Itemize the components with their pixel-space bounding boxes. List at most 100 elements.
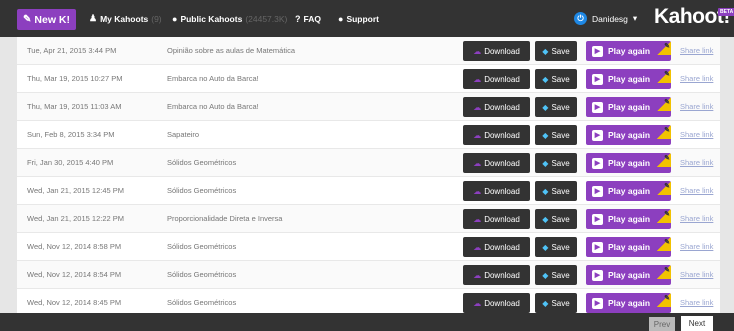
save-button[interactable]: ◆ Save: [535, 97, 577, 117]
download-button[interactable]: ☁ Download: [463, 125, 530, 145]
download-button[interactable]: ☁ Download: [463, 41, 530, 61]
play-again-label: Play again: [608, 158, 651, 168]
pencil-icon: ✎: [664, 127, 670, 134]
play-again-label: Play again: [608, 186, 651, 196]
user-menu[interactable]: ⏻ Danidesg ▾: [574, 0, 637, 37]
row-title[interactable]: Sólidos Geométricos: [167, 186, 236, 195]
cloud-download-icon: ☁: [473, 46, 482, 56]
play-again-button[interactable]: ▶ Play again ✎: [586, 153, 671, 173]
edit-icon: ✎: [23, 14, 32, 25]
save-button[interactable]: ◆ Save: [535, 125, 577, 145]
save-icon: ◆: [542, 298, 549, 308]
play-icon: ▶: [592, 129, 603, 141]
share-link[interactable]: Share link: [680, 298, 713, 307]
play-again-button[interactable]: ▶ Play again ✎: [586, 41, 671, 61]
save-icon: ◆: [542, 46, 549, 56]
cloud-download-icon: ☁: [473, 214, 482, 224]
share-link[interactable]: Share link: [680, 130, 713, 139]
save-button[interactable]: ◆ Save: [535, 209, 577, 229]
share-link[interactable]: Share link: [680, 102, 713, 111]
share-link[interactable]: Share link: [680, 270, 713, 279]
save-label: Save: [551, 158, 570, 168]
play-again-button[interactable]: ▶ Play again ✎: [586, 125, 671, 145]
play-again-button[interactable]: ▶ Play again ✎: [586, 97, 671, 117]
play-again-label: Play again: [608, 214, 651, 224]
play-again-button[interactable]: ▶ Play again ✎: [586, 293, 671, 313]
nav-faq[interactable]: ? FAQ: [295, 0, 321, 37]
download-button[interactable]: ☁ Download: [463, 265, 530, 285]
pencil-icon: ✎: [664, 155, 670, 162]
row-date: Tue, Apr 21, 2015 3:44 PM: [27, 46, 117, 55]
download-button[interactable]: ☁ Download: [463, 153, 530, 173]
play-icon: ▶: [592, 213, 603, 225]
play-again-label: Play again: [608, 102, 651, 112]
save-icon: ◆: [542, 186, 549, 196]
save-button[interactable]: ◆ Save: [535, 153, 577, 173]
prev-page-button[interactable]: Prev: [649, 317, 675, 331]
cloud-download-icon: ☁: [473, 270, 482, 280]
faq-label: FAQ: [303, 13, 321, 24]
download-button[interactable]: ☁ Download: [463, 237, 530, 257]
download-button[interactable]: ☁ Download: [463, 181, 530, 201]
download-label: Download: [484, 46, 520, 56]
globe-icon: ●: [172, 13, 178, 24]
support-label: Support: [346, 13, 380, 24]
new-kahoot-button[interactable]: ✎ New K!: [17, 9, 76, 30]
chat-bubble-icon: ●: [338, 13, 344, 24]
download-button[interactable]: ☁ Download: [463, 69, 530, 89]
row-title[interactable]: Sólidos Geométricos: [167, 242, 236, 251]
share-link[interactable]: Share link: [680, 46, 713, 55]
pencil-icon: ✎: [664, 267, 670, 274]
row-title[interactable]: Sólidos Geométricos: [167, 158, 236, 167]
username: Danidesg: [592, 13, 628, 24]
play-again-button[interactable]: ▶ Play again ✎: [586, 265, 671, 285]
row-title[interactable]: Embarca no Auto da Barca!: [167, 102, 259, 111]
play-again-button[interactable]: ▶ Play again ✎: [586, 209, 671, 229]
nav-my-kahoots[interactable]: ♟ My Kahoots (9): [89, 0, 162, 37]
save-button[interactable]: ◆ Save: [535, 237, 577, 257]
row-title[interactable]: Sólidos Geométricos: [167, 270, 236, 279]
share-link[interactable]: Share link: [680, 158, 713, 167]
save-label: Save: [551, 186, 570, 196]
nav-support[interactable]: ● Support: [338, 0, 379, 37]
share-link[interactable]: Share link: [680, 242, 713, 251]
play-again-button[interactable]: ▶ Play again ✎: [586, 69, 671, 89]
nav-public-kahoots[interactable]: ● Public Kahoots (24457.3K): [172, 0, 287, 37]
download-button[interactable]: ☁ Download: [463, 293, 530, 313]
play-again-button[interactable]: ▶ Play again ✎: [586, 181, 671, 201]
row-title[interactable]: Sapateiro: [167, 130, 199, 139]
row-title[interactable]: Embarca no Auto da Barca!: [167, 74, 259, 83]
play-icon: ▶: [592, 45, 603, 57]
save-button[interactable]: ◆ Save: [535, 41, 577, 61]
pencil-icon: ✎: [664, 43, 670, 50]
pencil-icon: ✎: [664, 99, 670, 106]
cloud-download-icon: ☁: [473, 186, 482, 196]
row-date: Fri, Jan 30, 2015 4:40 PM: [27, 158, 114, 167]
row-date: Wed, Nov 12, 2014 8:45 PM: [27, 298, 122, 307]
download-button[interactable]: ☁ Download: [463, 97, 530, 117]
next-page-button[interactable]: Next: [681, 316, 713, 331]
cloud-download-icon: ☁: [473, 74, 482, 84]
cloud-download-icon: ☁: [473, 102, 482, 112]
save-button[interactable]: ◆ Save: [535, 181, 577, 201]
row-title[interactable]: Proporcionalidade Direta e Inversa: [167, 214, 282, 223]
row-date: Sun, Feb 8, 2015 3:34 PM: [27, 130, 115, 139]
download-button[interactable]: ☁ Download: [463, 209, 530, 229]
kahoots-table: Tue, Apr 21, 2015 3:44 PM Opinião sobre a…: [17, 37, 720, 317]
share-link[interactable]: Share link: [680, 214, 713, 223]
save-button[interactable]: ◆ Save: [535, 293, 577, 313]
share-link[interactable]: Share link: [680, 186, 713, 195]
pencil-icon: ✎: [664, 295, 670, 302]
cloud-download-icon: ☁: [473, 158, 482, 168]
share-link[interactable]: Share link: [680, 74, 713, 83]
save-button[interactable]: ◆ Save: [535, 265, 577, 285]
save-button[interactable]: ◆ Save: [535, 69, 577, 89]
row-date: Thu, Mar 19, 2015 10:27 PM: [27, 74, 123, 83]
row-title[interactable]: Sólidos Geométricos: [167, 298, 236, 307]
row-title[interactable]: Opinião sobre as aulas de Matemática: [167, 46, 295, 55]
play-again-button[interactable]: ▶ Play again ✎: [586, 237, 671, 257]
table-row: Thu, Mar 19, 2015 10:27 PM Embarca no Aut…: [17, 65, 720, 93]
table-row: Thu, Mar 19, 2015 11:03 AM Embarca no Aut…: [17, 93, 720, 121]
table-row: Tue, Apr 21, 2015 3:44 PM Opinião sobre a…: [17, 37, 720, 65]
cloud-download-icon: ☁: [473, 298, 482, 308]
